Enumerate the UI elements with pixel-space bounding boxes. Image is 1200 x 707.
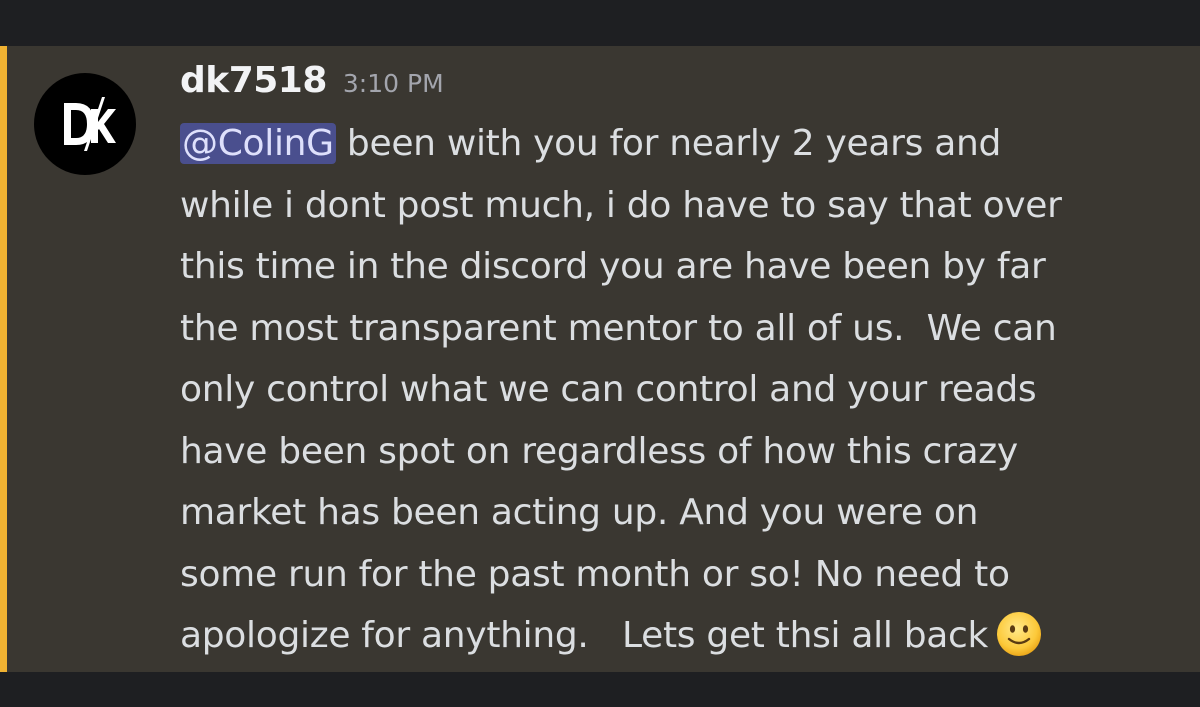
top-bar <box>0 0 1200 46</box>
mention-highlight-stripe <box>0 46 7 672</box>
dk-logo-icon <box>64 97 116 151</box>
author-username[interactable]: dk7518 <box>180 60 327 101</box>
message-content: @ColinG been with you for nearly 2 years… <box>180 113 1180 677</box>
message-line-text: this time in the discord you are have be… <box>180 246 1046 287</box>
message-line-1: @ColinG been with you for nearly 2 years… <box>180 113 1180 175</box>
slightly-smiling-face-emoji-icon[interactable] <box>996 611 1042 677</box>
message-line-text: market has been acting up. And you were … <box>180 492 979 533</box>
message-line-text: some run for the past month or so! No ne… <box>180 553 1010 595</box>
bottom-bar <box>0 672 1200 707</box>
message-line-text: apologize for anything. Lets get thsi al… <box>180 615 989 656</box>
message-line-text: while i dont post much, i do have to say… <box>180 184 1062 226</box>
user-mention[interactable]: @ColinG <box>180 123 336 164</box>
message-line-9: apologize for anything. Lets get thsi al… <box>180 605 1180 677</box>
message-line-text: only control what we can control and you… <box>180 369 1037 410</box>
chat-message[interactable]: dk7518 3:10 PM @ColinG been with you for … <box>0 46 1200 672</box>
message-header: dk7518 3:10 PM <box>180 60 444 101</box>
message-line-text: been with you for nearly 2 years and <box>335 123 1002 164</box>
user-avatar[interactable] <box>34 73 136 175</box>
message-line-text: have been spot on regardless of how this… <box>180 430 1018 472</box>
message-line-text: the most transparent mentor to all of us… <box>180 307 1057 349</box>
message-timestamp[interactable]: 3:10 PM <box>343 69 444 98</box>
